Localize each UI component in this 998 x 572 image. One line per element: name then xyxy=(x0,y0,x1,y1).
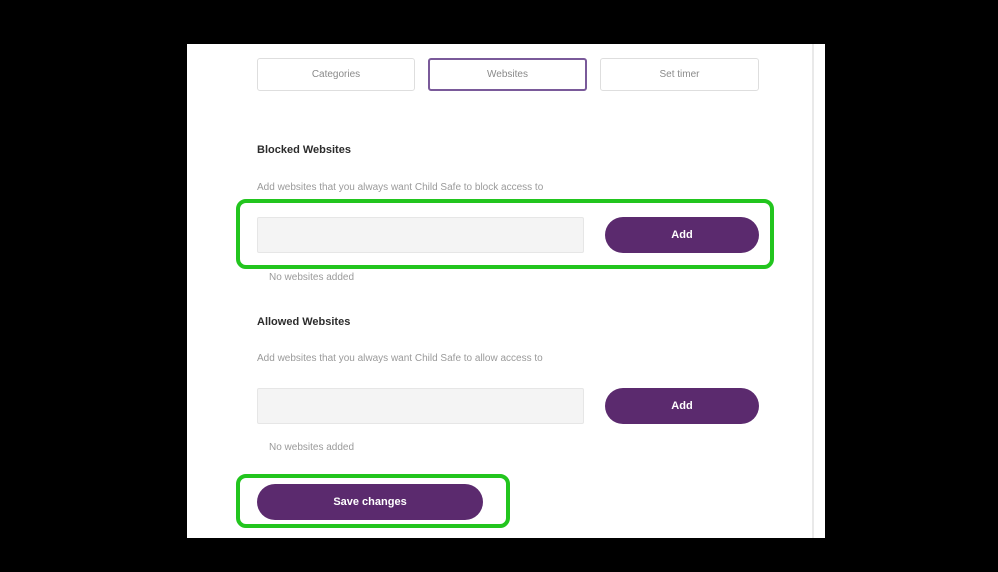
blocked-websites-title: Blocked Websites xyxy=(257,144,351,156)
settings-panel: Categories Websites Set timer Blocked We… xyxy=(187,44,825,538)
allowed-websites-hint: Add websites that you always want Child … xyxy=(257,353,543,364)
allowed-website-input[interactable] xyxy=(257,388,584,424)
add-blocked-website-button[interactable]: Add xyxy=(605,217,759,253)
blocked-websites-empty-note: No websites added xyxy=(269,272,355,283)
blocked-website-input[interactable] xyxy=(257,217,584,253)
tab-set-timer[interactable]: Set timer xyxy=(600,58,759,91)
allowed-websites-empty-note: No websites added xyxy=(269,442,355,453)
panel-divider xyxy=(812,44,814,538)
save-changes-button[interactable]: Save changes xyxy=(257,484,483,520)
blocked-websites-hint: Add websites that you always want Child … xyxy=(257,182,544,193)
tab-websites[interactable]: Websites xyxy=(428,58,587,91)
allowed-websites-title: Allowed Websites xyxy=(257,316,351,328)
add-allowed-website-button[interactable]: Add xyxy=(605,388,759,424)
tab-categories[interactable]: Categories xyxy=(257,58,415,91)
